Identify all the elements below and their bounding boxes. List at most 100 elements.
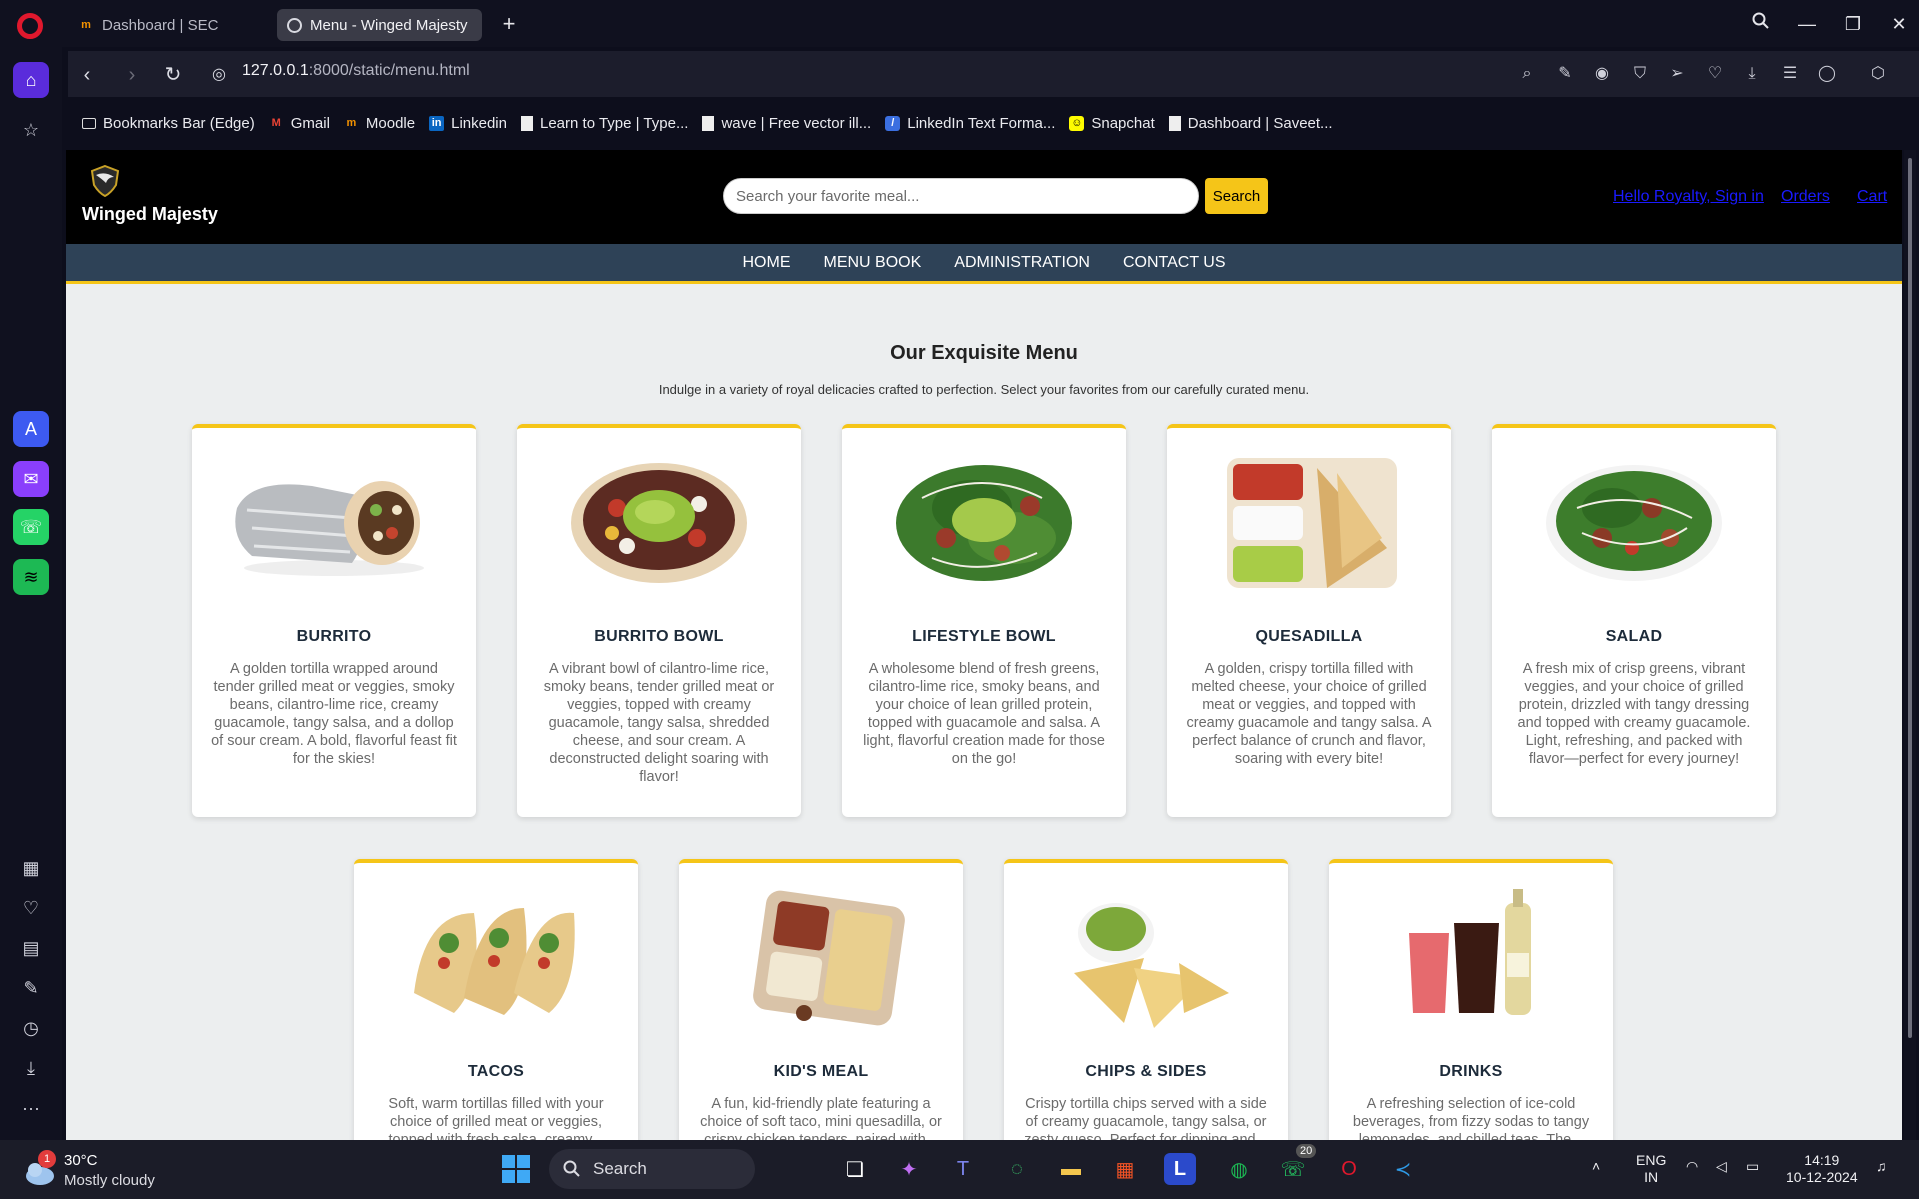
- url-field[interactable]: 127.0.0.1:8000/static/menu.html: [242, 62, 470, 80]
- page-scrollbar[interactable]: [1904, 150, 1916, 1140]
- heart-icon[interactable]: ♡: [13, 890, 49, 926]
- battery-icon[interactable]: ▭: [1746, 1158, 1759, 1175]
- more-icon[interactable]: ···: [13, 1090, 49, 1126]
- weather-condition: Mostly cloudy: [64, 1172, 155, 1189]
- aria-icon[interactable]: A: [13, 411, 49, 447]
- language-indicator[interactable]: ENG IN: [1636, 1152, 1666, 1186]
- windows-start-icon[interactable]: [497, 1150, 535, 1188]
- whatsapp-taskbar-icon[interactable]: ☏ 20: [1274, 1144, 1317, 1188]
- volume-icon[interactable]: ◁: [1716, 1158, 1727, 1175]
- bookmark-item[interactable]: m Moodle: [344, 115, 416, 132]
- globe-icon: [287, 17, 302, 33]
- taskbar-search[interactable]: Search: [549, 1149, 755, 1189]
- nav-menu-book[interactable]: MENU BOOK: [823, 254, 921, 272]
- opera-logo-icon[interactable]: [17, 13, 43, 39]
- weather-widget[interactable]: 1 30°C Mostly cloudy: [22, 1150, 162, 1190]
- spotify-taskbar-icon[interactable]: ◍: [1220, 1150, 1258, 1188]
- shield-icon[interactable]: ⛉: [1628, 62, 1652, 86]
- bookmark-item[interactable]: Dashboard | Saveet...: [1168, 115, 1333, 132]
- news-icon[interactable]: ▤: [13, 930, 49, 966]
- page-icon: [1168, 115, 1181, 131]
- messenger-icon[interactable]: ✉: [13, 461, 49, 497]
- history-icon[interactable]: ◷: [13, 1010, 49, 1046]
- menu-card-burrito[interactable]: BURRITO A golden tortilla wrapped around…: [192, 424, 476, 817]
- forward-button[interactable]: ›: [118, 61, 146, 89]
- camera-icon[interactable]: ◉: [1590, 62, 1614, 86]
- star-icon[interactable]: ☆: [13, 112, 49, 148]
- whatsapp-icon[interactable]: ☏: [13, 509, 49, 545]
- edit-icon[interactable]: ✎: [1553, 62, 1577, 86]
- bookmark-item[interactable]: / LinkedIn Text Forma...: [885, 115, 1055, 132]
- spotify-icon[interactable]: ≋: [13, 559, 49, 595]
- settings-sliders-icon[interactable]: ☰: [1778, 62, 1802, 86]
- pinboard-icon[interactable]: ✎: [13, 970, 49, 1006]
- nav-contact-us[interactable]: CONTACT US: [1123, 254, 1226, 272]
- app-icon: /: [885, 115, 901, 131]
- new-tab-button[interactable]: +: [496, 12, 522, 38]
- menu-item-description: A fresh mix of crisp greens, vibrant veg…: [1517, 661, 1751, 767]
- menu-card-chips-sides[interactable]: CHIPS & SIDES Crispy tortilla chips serv…: [1004, 859, 1288, 1140]
- bookmark-label: LinkedIn Text Forma...: [907, 114, 1056, 132]
- vscode-icon[interactable]: ≺: [1384, 1150, 1422, 1188]
- box-icon[interactable]: ⬡: [1866, 62, 1890, 86]
- sign-in-link[interactable]: Hello Royalty, Sign in: [1613, 188, 1764, 206]
- bookmark-item[interactable]: Bookmarks Bar (Edge): [82, 115, 255, 132]
- tab-dashboard[interactable]: m Dashboard | SEC: [68, 9, 273, 41]
- clock-time: 14:19: [1804, 1152, 1840, 1168]
- menu-card-lifestyle-bowl[interactable]: LIFESTYLE BOWL A wholesome blend of fres…: [842, 424, 1126, 817]
- nav-administration[interactable]: ADMINISTRATION: [954, 254, 1090, 272]
- downloads-icon[interactable]: ⤓: [13, 1050, 49, 1086]
- wifi-icon[interactable]: ◠: [1686, 1158, 1698, 1175]
- scrollbar-thumb[interactable]: [1908, 158, 1912, 1038]
- file-explorer-icon[interactable]: ▬: [1052, 1150, 1090, 1188]
- menu-card-burrito-bowl[interactable]: BURRITO BOWL A vibrant bowl of cilantro-…: [517, 424, 801, 817]
- bookmark-label: Bookmarks Bar (Edge): [103, 114, 255, 132]
- cart-link[interactable]: Cart: [1857, 188, 1887, 206]
- apps-grid-icon[interactable]: ▦: [13, 850, 49, 886]
- send-icon[interactable]: ➢: [1665, 62, 1689, 86]
- heart-icon[interactable]: ♡: [1703, 62, 1727, 86]
- close-window-button[interactable]: ✕: [1884, 10, 1914, 38]
- menu-item-description: A golden, crispy tortilla filled with me…: [1186, 661, 1432, 767]
- restore-button[interactable]: ❐: [1838, 10, 1868, 38]
- menu-card-quesadilla[interactable]: QUESADILLA A golden, crispy tortilla fil…: [1167, 424, 1451, 817]
- clock[interactable]: 14:19 10-12-2024: [1786, 1152, 1858, 1186]
- search-page-icon[interactable]: ⌕: [1515, 62, 1539, 86]
- chevron-up-icon[interactable]: ˄: [1592, 1158, 1600, 1175]
- menu-card-kids-meal[interactable]: KID'S MEAL A fun, kid-friendly plate fea…: [679, 859, 963, 1140]
- bookmark-item[interactable]: wave | Free vector ill...: [702, 115, 871, 132]
- bookmark-item[interactable]: ☺ Snapchat: [1069, 114, 1155, 132]
- profile-icon[interactable]: ◯: [1815, 62, 1839, 86]
- bookmark-item[interactable]: Learn to Type | Type...: [521, 115, 688, 132]
- download-icon[interactable]: ⤓: [1740, 62, 1764, 86]
- back-button[interactable]: ‹: [73, 61, 101, 89]
- store-icon[interactable]: ▦: [1106, 1150, 1144, 1188]
- meal-search-input[interactable]: [723, 178, 1199, 214]
- tab-menu[interactable]: Menu - Winged Majesty: [277, 9, 482, 41]
- bookmark-label: Snapchat: [1091, 114, 1155, 132]
- orders-link[interactable]: Orders: [1781, 188, 1830, 206]
- opera-taskbar-icon[interactable]: O: [1330, 1150, 1368, 1188]
- winged-logo-icon[interactable]: [90, 165, 120, 197]
- loader-app-icon[interactable]: ◌: [998, 1150, 1036, 1188]
- brand-name[interactable]: Winged Majesty: [82, 204, 218, 225]
- menu-item-name: LIFESTYLE BOWL: [912, 628, 1056, 645]
- site-info-icon[interactable]: ◎: [205, 61, 233, 89]
- reload-button[interactable]: ↻: [159, 61, 187, 89]
- teams-icon[interactable]: T: [944, 1150, 982, 1188]
- bookmark-item[interactable]: M Gmail: [269, 115, 330, 132]
- notification-bell-icon[interactable]: ♫: [1876, 1158, 1887, 1175]
- l-app-icon[interactable]: L: [1164, 1153, 1196, 1185]
- nav-home[interactable]: HOME: [742, 254, 790, 272]
- minimize-button[interactable]: —: [1792, 10, 1822, 38]
- quesadilla-image: [1227, 458, 1397, 588]
- menu-card-tacos[interactable]: TACOS Soft, warm tortillas filled with y…: [354, 859, 638, 1140]
- task-view-icon[interactable]: ❏: [836, 1150, 874, 1188]
- home-icon[interactable]: ⌂: [13, 62, 49, 98]
- menu-card-salad[interactable]: SALAD A fresh mix of crisp greens, vibra…: [1492, 424, 1776, 817]
- search-button[interactable]: Search: [1205, 178, 1268, 214]
- menu-card-drinks[interactable]: DRINKS A refreshing selection of ice-col…: [1329, 859, 1613, 1140]
- search-tabs-icon[interactable]: [1746, 10, 1776, 38]
- copilot-icon[interactable]: ✦: [890, 1150, 928, 1188]
- bookmark-item[interactable]: in Linkedin: [429, 115, 507, 132]
